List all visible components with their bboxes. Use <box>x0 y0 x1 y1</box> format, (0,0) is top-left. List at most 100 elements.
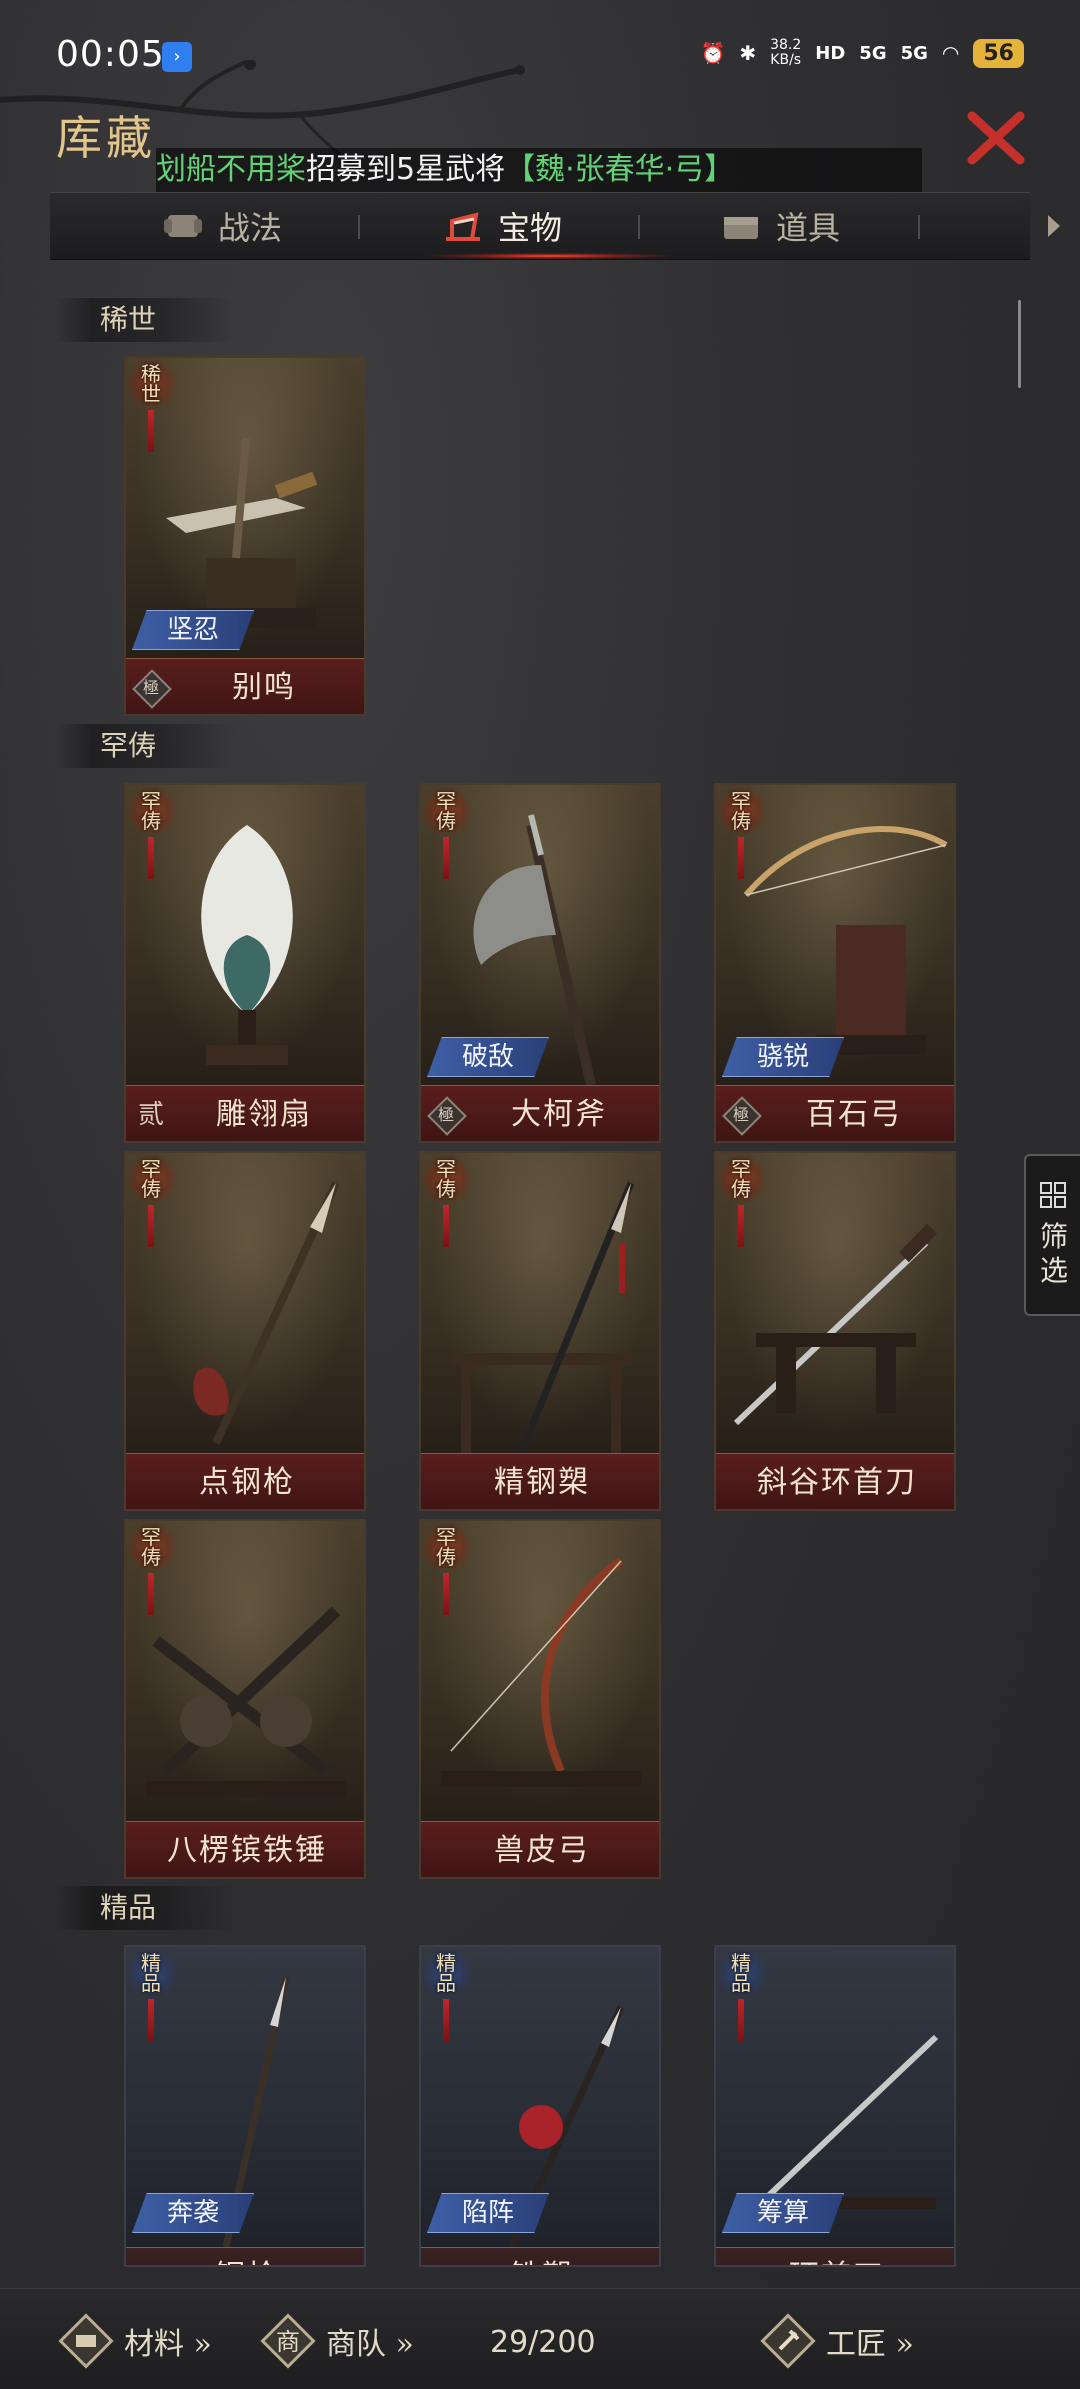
item-namebar: 点钢枪 <box>126 1453 364 1509</box>
item-name: 八楞镔铁锤 <box>167 1833 327 1868</box>
item-name: 斜谷环首刀 <box>757 1465 917 1500</box>
item-name: 别鸣 <box>232 670 296 705</box>
rarity-tag: 罕俦 <box>718 1155 766 1251</box>
chevron-right-icon[interactable] <box>1042 211 1066 241</box>
status-time: 00:05 <box>56 34 165 75</box>
treasure-card[interactable]: 精品 奔袭 钢枪 <box>124 1945 366 2267</box>
svg-text:商: 商 <box>276 2328 300 2356</box>
inventory-count: 29/200 <box>490 2325 596 2360</box>
treasure-card[interactable]: 罕俦 贰 雕翎扇 <box>124 783 366 1143</box>
tab-items[interactable]: 道具 <box>720 193 840 259</box>
signal-5g-2: 5G <box>900 42 928 64</box>
item-namebar: 铁槊 <box>421 2247 659 2265</box>
rarity-tag: 罕俦 <box>128 1155 176 1251</box>
announcement-ticker: 划船不用桨招募到5星武将【魏·张春华·弓】 <box>156 148 922 192</box>
bottom-bar: 材料 » 商 商队 » 29/200 工匠 » <box>0 2288 1080 2389</box>
ticker-player: 划船不用桨 <box>156 152 306 187</box>
rarity-tag: 稀世 <box>128 360 176 456</box>
rarity-tag: 精品 <box>718 1949 766 2045</box>
status-icons: ⏰ ✱ 38.2 KB/s HD 5G 5G ◠ 56 <box>700 38 1024 68</box>
treasure-card[interactable]: 罕俦 点钢枪 <box>124 1151 366 1511</box>
hd-icon: HD <box>815 42 846 64</box>
scroll-icon <box>164 215 202 237</box>
trait-badge: 骁锐 <box>722 1037 844 1077</box>
item-namebar: 钢枪 <box>126 2247 364 2265</box>
craftsman-button[interactable]: 工匠 » <box>760 2313 914 2369</box>
trait-badge: 奔袭 <box>132 2193 254 2233</box>
tab-divider <box>358 215 360 239</box>
tab-divider <box>918 215 920 239</box>
tab-treasures[interactable]: 宝物 <box>442 193 562 259</box>
caravan-button[interactable]: 商 商队 » <box>260 2313 414 2369</box>
item-name: 百石弓 <box>806 1097 902 1132</box>
treasure-card[interactable]: 罕俦 兽皮弓 <box>419 1519 661 1879</box>
item-name: 点钢枪 <box>199 1465 295 1500</box>
item-namebar: 斜谷环首刀 <box>716 1453 954 1509</box>
craftsman-icon <box>760 2313 816 2369</box>
filter-button[interactable]: 筛选 <box>1024 1154 1080 1316</box>
category-tabs: 战法 宝物 道具 <box>50 192 1060 260</box>
item-name: 铁槊 <box>421 2248 659 2265</box>
rarity-tag: 精品 <box>423 1949 471 2045</box>
item-namebar: 兽皮弓 <box>421 1821 659 1877</box>
app-notification-icon: › <box>162 42 192 72</box>
item-namebar: 極 别鸣 <box>126 658 364 714</box>
active-tab-glow <box>430 253 670 259</box>
chest-icon <box>724 217 758 239</box>
trait-badge: 坚忍 <box>132 610 254 650</box>
tab-divider <box>638 215 640 239</box>
filter-label: 筛选 <box>1039 1220 1068 1287</box>
scrollbar[interactable] <box>1018 300 1021 388</box>
item-namebar: 極 百石弓 <box>716 1085 954 1141</box>
treasure-card[interactable]: 罕俦 八楞镔铁锤 <box>124 1519 366 1879</box>
alarm-icon: ⏰ <box>700 41 726 65</box>
section-label-fine: 精品 <box>56 1886 236 1930</box>
rarity-tag: 精品 <box>128 1949 176 2045</box>
item-namebar: 环首刀 <box>716 2247 954 2265</box>
treasure-card[interactable]: 罕俦 斜谷环首刀 <box>714 1151 956 1511</box>
close-icon[interactable] <box>964 106 1028 170</box>
treasure-card[interactable]: 罕俦 破敌 極 大柯斧 <box>419 783 661 1143</box>
treasure-card[interactable]: 罕俦 精钢槊 <box>419 1151 661 1511</box>
treasure-icon <box>446 212 480 241</box>
wifi-icon: ◠ <box>941 41 960 65</box>
rarity-tag: 罕俦 <box>423 787 471 883</box>
trait-badge: 破敌 <box>427 1037 549 1077</box>
materials-button[interactable]: 材料 » <box>58 2313 212 2369</box>
item-namebar: 極 大柯斧 <box>421 1085 659 1141</box>
grid-icon <box>1040 1182 1066 1208</box>
item-name: 雕翎扇 <box>216 1097 312 1132</box>
treasure-card[interactable]: 罕俦 骁锐 極 百石弓 <box>714 783 956 1143</box>
rarity-tag: 罕俦 <box>423 1155 471 1251</box>
item-namebar: 贰 雕翎扇 <box>126 1085 364 1141</box>
bluetooth-icon: ✱ <box>739 41 757 65</box>
section-label-rare: 稀世 <box>56 298 236 342</box>
page-title: 库藏 <box>56 111 156 165</box>
net-speed: 38.2 KB/s <box>770 37 802 68</box>
ticker-hero: 【魏·张春华·弓】 <box>505 152 735 187</box>
battery-indicator: 56 <box>973 38 1024 68</box>
item-name: 钢枪 <box>126 2248 364 2265</box>
item-name: 环首刀 <box>716 2248 954 2265</box>
status-bar: 00:05 › ⏰ ✱ 38.2 KB/s HD 5G 5G ◠ 56 <box>0 0 1080 110</box>
treasure-card[interactable]: 稀世 坚忍 極 别鸣 <box>124 356 366 716</box>
signal-5g-1: 5G <box>859 42 887 64</box>
rarity-tag: 罕俦 <box>718 787 766 883</box>
rarity-tag: 罕俦 <box>128 787 176 883</box>
item-name: 精钢槊 <box>494 1465 590 1500</box>
materials-icon <box>58 2313 114 2369</box>
item-namebar: 八楞镔铁锤 <box>126 1821 364 1877</box>
ticker-message: 招募到5星武将 <box>306 152 506 187</box>
caravan-icon: 商 <box>260 2313 316 2369</box>
treasure-card[interactable]: 精品 陷阵 铁槊 <box>419 1945 661 2267</box>
tab-tactics[interactable]: 战法 <box>162 193 282 259</box>
rarity-tag: 罕俦 <box>423 1523 471 1619</box>
section-label-rare2: 罕俦 <box>56 724 236 768</box>
item-name: 大柯斧 <box>511 1097 607 1132</box>
item-namebar: 精钢槊 <box>421 1453 659 1509</box>
rarity-tag: 罕俦 <box>128 1523 176 1619</box>
trait-badge: 筹算 <box>722 2193 844 2233</box>
item-name: 兽皮弓 <box>494 1833 590 1868</box>
trait-badge: 陷阵 <box>427 2193 549 2233</box>
treasure-card[interactable]: 精品 筹算 环首刀 <box>714 1945 956 2267</box>
